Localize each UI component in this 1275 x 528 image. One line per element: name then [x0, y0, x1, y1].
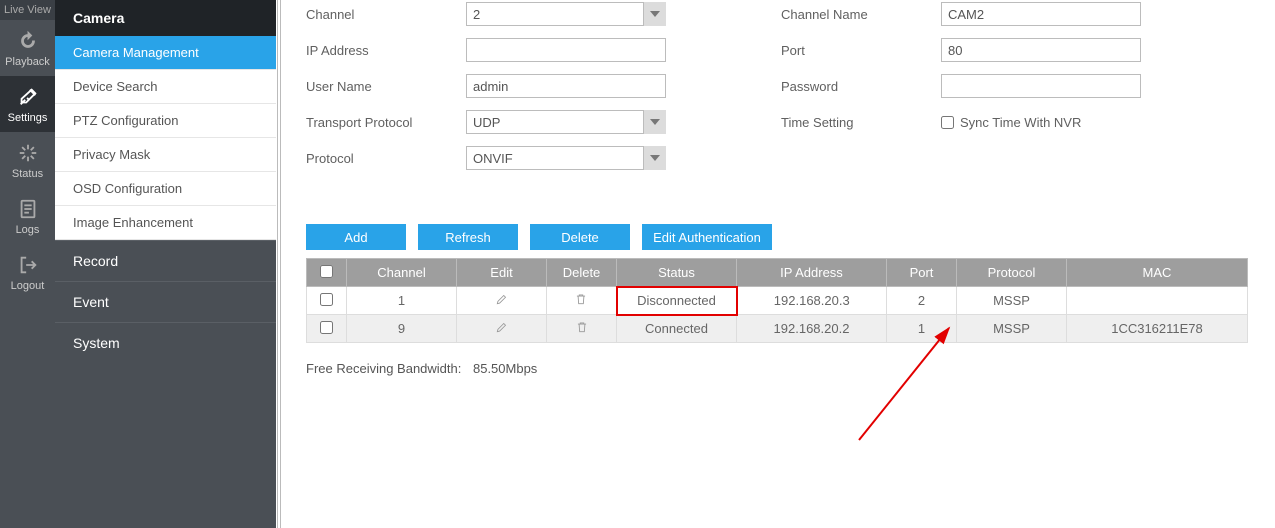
th-mac: MAC: [1067, 259, 1248, 287]
nav-playback-label: Playback: [5, 56, 50, 68]
nav-settings[interactable]: Settings: [0, 76, 55, 132]
menu-camera-management[interactable]: Camera Management: [55, 36, 276, 70]
status-icon: [17, 142, 39, 164]
table-row: 1 Disconnected 192.168.20.3 2 MSSP: [307, 287, 1248, 315]
cell-port: 1: [887, 315, 957, 343]
sync-time-checkbox[interactable]: [941, 116, 954, 129]
menu-image-enhancement[interactable]: Image Enhancement: [55, 206, 276, 240]
nav-playback[interactable]: Playback: [0, 20, 55, 76]
transport-protocol-select[interactable]: [466, 110, 666, 134]
menu-privacy-mask[interactable]: Privacy Mask: [55, 138, 276, 172]
cell-ip: 192.168.20.3: [737, 287, 887, 315]
user-name-input[interactable]: [466, 74, 666, 98]
channel-name-label: Channel Name: [781, 7, 941, 22]
menu-osd-configuration[interactable]: OSD Configuration: [55, 172, 276, 206]
nav-settings-label: Settings: [8, 112, 48, 124]
menu-ptz-configuration[interactable]: PTZ Configuration: [55, 104, 276, 138]
cell-channel: 1: [347, 287, 457, 315]
bandwidth-info: Free Receiving Bandwidth: 85.50Mbps: [306, 361, 1251, 376]
password-label: Password: [781, 79, 941, 94]
playback-icon: [17, 30, 39, 52]
port-input[interactable]: [941, 38, 1141, 62]
menu-sidebar: Camera Camera Management Device Search P…: [55, 0, 276, 528]
cell-protocol: MSSP: [957, 315, 1067, 343]
th-edit: Edit: [457, 259, 547, 287]
nav-logout-label: Logout: [11, 280, 45, 292]
protocol-select[interactable]: [466, 146, 666, 170]
camera-form: Channel Channel Name IP Address Port Use…: [306, 2, 1251, 170]
th-protocol: Protocol: [957, 259, 1067, 287]
user-name-label: User Name: [306, 79, 466, 94]
nav-status[interactable]: Status: [0, 132, 55, 188]
row-edit-button[interactable]: [457, 287, 547, 315]
cell-mac: [1067, 287, 1248, 315]
cell-status: Connected: [617, 315, 737, 343]
bandwidth-value: 85.50Mbps: [473, 361, 537, 376]
nav-logout[interactable]: Logout: [0, 244, 55, 300]
table-row: 9 Connected 192.168.20.2 1 MSSP 1CC31621…: [307, 315, 1248, 343]
port-label: Port: [781, 43, 941, 58]
action-buttons: Add Refresh Delete Edit Authentication: [306, 224, 1251, 250]
protocol-label: Protocol: [306, 151, 466, 166]
channel-label: Channel: [306, 7, 466, 22]
menu-section-camera[interactable]: Camera: [55, 0, 276, 36]
cell-protocol: MSSP: [957, 287, 1067, 315]
ip-address-input[interactable]: [466, 38, 666, 62]
th-port: Port: [887, 259, 957, 287]
password-input[interactable]: [941, 74, 1141, 98]
time-setting-label: Time Setting: [781, 115, 941, 130]
row-edit-button[interactable]: [457, 315, 547, 343]
nav-live-view[interactable]: Live View: [0, 0, 55, 20]
transport-protocol-label: Transport Protocol: [306, 115, 466, 130]
menu-section-event[interactable]: Event: [55, 281, 276, 322]
add-button[interactable]: Add: [306, 224, 406, 250]
th-status: Status: [617, 259, 737, 287]
ip-address-label: IP Address: [306, 43, 466, 58]
select-all-checkbox[interactable]: [320, 265, 333, 278]
pencil-icon: [495, 292, 509, 306]
cell-channel: 9: [347, 315, 457, 343]
cell-mac: 1CC316211E78: [1067, 315, 1248, 343]
menu-device-search[interactable]: Device Search: [55, 70, 276, 104]
channel-name-input[interactable]: [941, 2, 1141, 26]
th-select: [307, 259, 347, 287]
channel-select[interactable]: [466, 2, 666, 26]
cell-status: Disconnected: [617, 287, 737, 315]
th-channel: Channel: [347, 259, 457, 287]
th-ip: IP Address: [737, 259, 887, 287]
nav-logs[interactable]: Logs: [0, 188, 55, 244]
nav-logs-label: Logs: [16, 224, 40, 236]
nav-status-label: Status: [12, 168, 43, 180]
th-delete: Delete: [547, 259, 617, 287]
icon-sidebar: Live View Playback Settings Status Logs …: [0, 0, 55, 528]
menu-section-system[interactable]: System: [55, 322, 276, 363]
main-content: Channel Channel Name IP Address Port Use…: [282, 0, 1275, 528]
logs-icon: [17, 198, 39, 220]
delete-button[interactable]: Delete: [530, 224, 630, 250]
sync-time-label: Sync Time With NVR: [960, 115, 1081, 130]
camera-table: Channel Edit Delete Status IP Address Po…: [306, 258, 1248, 343]
trash-icon: [574, 292, 588, 306]
edit-authentication-button[interactable]: Edit Authentication: [642, 224, 772, 250]
row-delete-button[interactable]: [547, 315, 617, 343]
cell-ip: 192.168.20.2: [737, 315, 887, 343]
pencil-icon: [495, 320, 509, 334]
row-checkbox[interactable]: [320, 293, 333, 306]
row-checkbox[interactable]: [320, 321, 333, 334]
bandwidth-label: Free Receiving Bandwidth:: [306, 361, 461, 376]
logout-icon: [17, 254, 39, 276]
refresh-button[interactable]: Refresh: [418, 224, 518, 250]
settings-icon: [17, 86, 39, 108]
cell-port: 2: [887, 287, 957, 315]
sync-time-checkbox-wrap[interactable]: Sync Time With NVR: [941, 115, 1141, 130]
row-delete-button[interactable]: [547, 287, 617, 315]
trash-icon: [575, 320, 589, 334]
menu-section-record[interactable]: Record: [55, 240, 276, 281]
